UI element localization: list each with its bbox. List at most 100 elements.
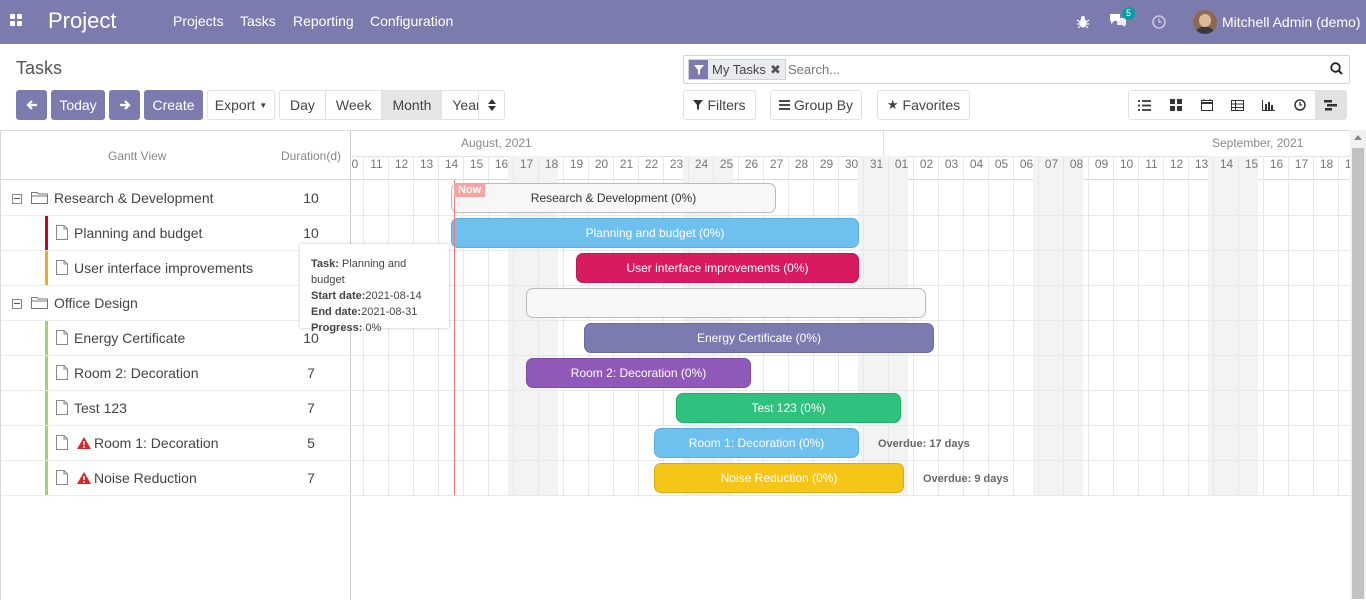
gantt-task-row[interactable]: Planning and budget 10 <box>1 216 351 251</box>
day-label: 28 <box>794 157 809 171</box>
vertical-scrollbar[interactable] <box>1350 130 1366 599</box>
scrollbar-thumb[interactable] <box>1352 148 1364 599</box>
day-label: 21 <box>619 157 634 171</box>
search-icon[interactable] <box>1330 62 1343 80</box>
day-label: 11 <box>1145 157 1158 171</box>
create-button[interactable]: Create <box>144 90 203 120</box>
messages-icon[interactable]: 5 <box>1109 0 1136 44</box>
debug-icon[interactable] <box>1076 0 1090 44</box>
scale-week[interactable]: Week <box>325 91 383 119</box>
task-bar[interactable]: User interface improvements (0%) <box>576 253 859 283</box>
filters-button[interactable]: Filters <box>683 90 756 120</box>
row-name: Planning and budget <box>74 225 203 241</box>
day-gridline <box>1213 156 1214 495</box>
day-label: 15 <box>469 157 484 171</box>
scale-month[interactable]: Month <box>382 91 443 119</box>
gantt-task-row[interactable]: Energy Certificate 10 <box>1 321 351 356</box>
gantt-project-row[interactable]: Research & Development 10 <box>1 181 351 216</box>
menu-projects[interactable]: Projects <box>173 13 224 29</box>
collapse-toggle-icon[interactable] <box>12 299 22 309</box>
task-file-icon <box>56 225 68 243</box>
now-marker-label: Now <box>454 183 486 197</box>
expand-collapse-button[interactable] <box>478 90 505 120</box>
row-gridline <box>351 425 1350 426</box>
task-file-icon <box>56 400 68 418</box>
task-bar[interactable]: Energy Certificate (0%) <box>584 323 934 353</box>
group-by-button[interactable]: Group By <box>770 90 862 120</box>
project-bar[interactable] <box>526 288 926 318</box>
gantt-task-row[interactable]: Room 1: Decoration 5 <box>1 426 351 461</box>
task-bar[interactable]: Room 2: Decoration (0%) <box>526 358 751 388</box>
gantt-task-row[interactable]: Test 123 7 <box>1 391 351 426</box>
month-label-august: August, 2021 <box>461 136 532 150</box>
collapse-toggle-icon[interactable] <box>12 194 22 204</box>
sort-icon <box>487 99 496 111</box>
pivot-view-icon[interactable] <box>1222 91 1253 119</box>
kanban-view-icon[interactable] <box>1160 91 1191 119</box>
favorites-button[interactable]: ★ Favorites <box>877 90 970 120</box>
gantt-project-row[interactable]: Office Design12 <box>1 286 351 321</box>
header-bottom-divider <box>351 179 1350 180</box>
avatar <box>1193 10 1217 34</box>
task-bar[interactable]: Room 1: Decoration (0%) <box>654 428 859 458</box>
row-gridline <box>351 285 1350 286</box>
day-label: 18 <box>544 157 559 171</box>
search-bar[interactable]: My Tasks ✖ <box>683 55 1350 84</box>
list-view-icon[interactable] <box>1129 91 1160 119</box>
task-file-icon <box>56 330 68 348</box>
row-duration: 10 <box>303 225 319 241</box>
today-button[interactable]: Today <box>51 90 105 120</box>
search-facet[interactable]: My Tasks ✖ <box>688 59 786 80</box>
bar-label: Noise Reduction (0%) <box>720 471 838 485</box>
app-brand[interactable]: Project <box>48 8 116 34</box>
task-bar[interactable]: Planning and budget (0%) <box>451 218 859 248</box>
task-bar[interactable]: Test 123 (0%) <box>676 393 901 423</box>
bar-label: Energy Certificate (0%) <box>696 331 822 345</box>
day-gridline <box>1263 156 1264 495</box>
day-label: 27 <box>769 157 784 171</box>
user-name: Mitchell Admin (demo) <box>1222 14 1361 30</box>
folder-icon <box>31 296 48 312</box>
day-label: 01 <box>894 157 909 171</box>
graph-view-icon[interactable] <box>1253 91 1284 119</box>
row-name: Research & Development <box>54 190 214 206</box>
menu-configuration[interactable]: Configuration <box>370 13 453 29</box>
day-label: 03 <box>944 157 959 171</box>
bar-label: Test 123 (0%) <box>751 401 826 415</box>
export-label: Export <box>214 97 256 113</box>
gantt-task-row[interactable]: Noise Reduction 7 <box>1 461 351 496</box>
task-color-indicator <box>45 426 48 460</box>
task-file-icon <box>56 365 68 383</box>
search-input[interactable] <box>788 62 1308 77</box>
warning-icon <box>77 436 91 452</box>
scroll-up-arrow-icon[interactable] <box>1354 135 1362 140</box>
scale-day[interactable]: Day <box>280 91 326 119</box>
day-label: 25 <box>719 157 734 171</box>
previous-button[interactable] <box>16 90 47 120</box>
facet-remove-icon[interactable]: ✖ <box>770 62 785 78</box>
user-menu[interactable]: Mitchell Admin (demo) <box>1193 0 1361 44</box>
row-duration: 7 <box>307 470 315 486</box>
day-gridline <box>1063 156 1064 495</box>
activity-view-icon[interactable] <box>1284 91 1315 119</box>
gantt-view-icon[interactable] <box>1315 91 1346 119</box>
day-label: 24 <box>694 157 709 171</box>
task-bar[interactable]: Noise Reduction (0%) <box>654 463 904 493</box>
calendar-view-icon[interactable] <box>1191 91 1222 119</box>
app-switcher-icon[interactable] <box>10 14 23 27</box>
day-gridline <box>1163 156 1164 495</box>
day-gridline <box>1338 156 1339 495</box>
activity-clock-icon[interactable] <box>1152 0 1166 44</box>
view-switcher <box>1128 90 1347 120</box>
gantt-task-row[interactable]: User interface improvements7 <box>1 251 351 286</box>
menu-tasks[interactable]: Tasks <box>240 13 276 29</box>
project-bar[interactable]: Research & Development (0%) <box>451 183 776 213</box>
top-navbar: Project Projects Tasks Reporting Configu… <box>0 0 1366 44</box>
day-label: 17 <box>1294 157 1309 171</box>
day-gridline <box>988 156 989 495</box>
month-divider <box>883 131 884 156</box>
gantt-task-row[interactable]: Room 2: Decoration 7 <box>1 356 351 391</box>
menu-reporting[interactable]: Reporting <box>293 13 354 29</box>
export-button[interactable]: Export ▼ <box>207 90 275 120</box>
next-button[interactable] <box>109 90 140 120</box>
